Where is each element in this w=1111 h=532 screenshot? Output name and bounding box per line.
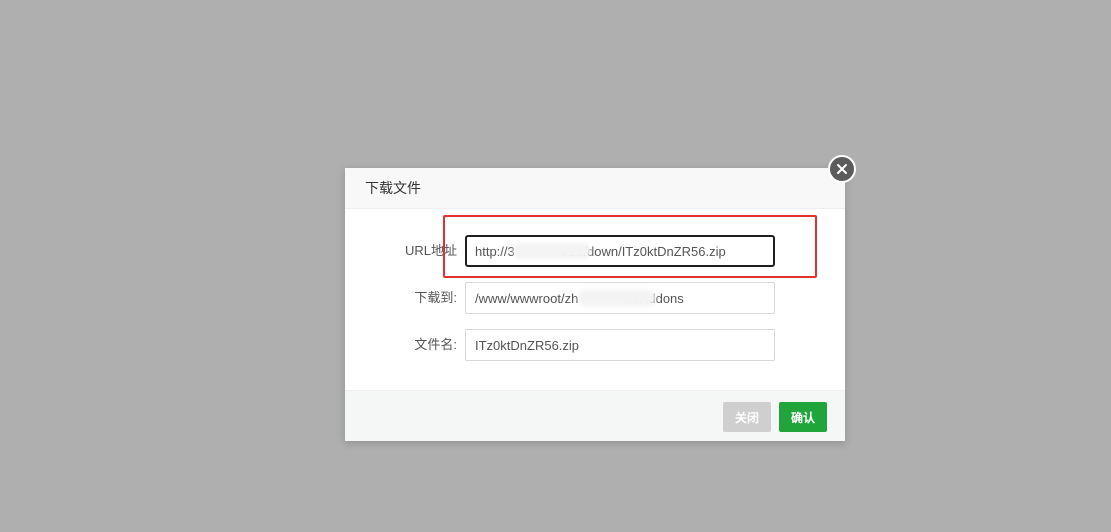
filename-label: 文件名: — [414, 337, 457, 352]
url-label: URL地址 — [404, 243, 457, 258]
dialog-footer: 关闭 确认 — [345, 390, 845, 441]
close-button[interactable]: 关闭 — [723, 402, 771, 432]
url-highlight-annotation — [443, 215, 817, 278]
dialog-close-button[interactable] — [828, 155, 856, 183]
confirm-button[interactable]: 确认 — [779, 402, 827, 432]
dialog-header: 下载文件 — [345, 168, 845, 209]
download-path-label: 下载到: — [414, 290, 457, 305]
dialog-title: 下载文件 — [365, 180, 421, 196]
filename-row: 文件名: — [345, 329, 845, 361]
close-icon — [837, 164, 847, 174]
redaction-blur — [578, 290, 656, 306]
filename-input[interactable] — [465, 329, 775, 361]
download-path-row: 下载到: — [345, 282, 845, 314]
download-file-dialog: 下载文件 URL地址 下载到: 文件名: 关闭 确认 — [345, 155, 856, 441]
